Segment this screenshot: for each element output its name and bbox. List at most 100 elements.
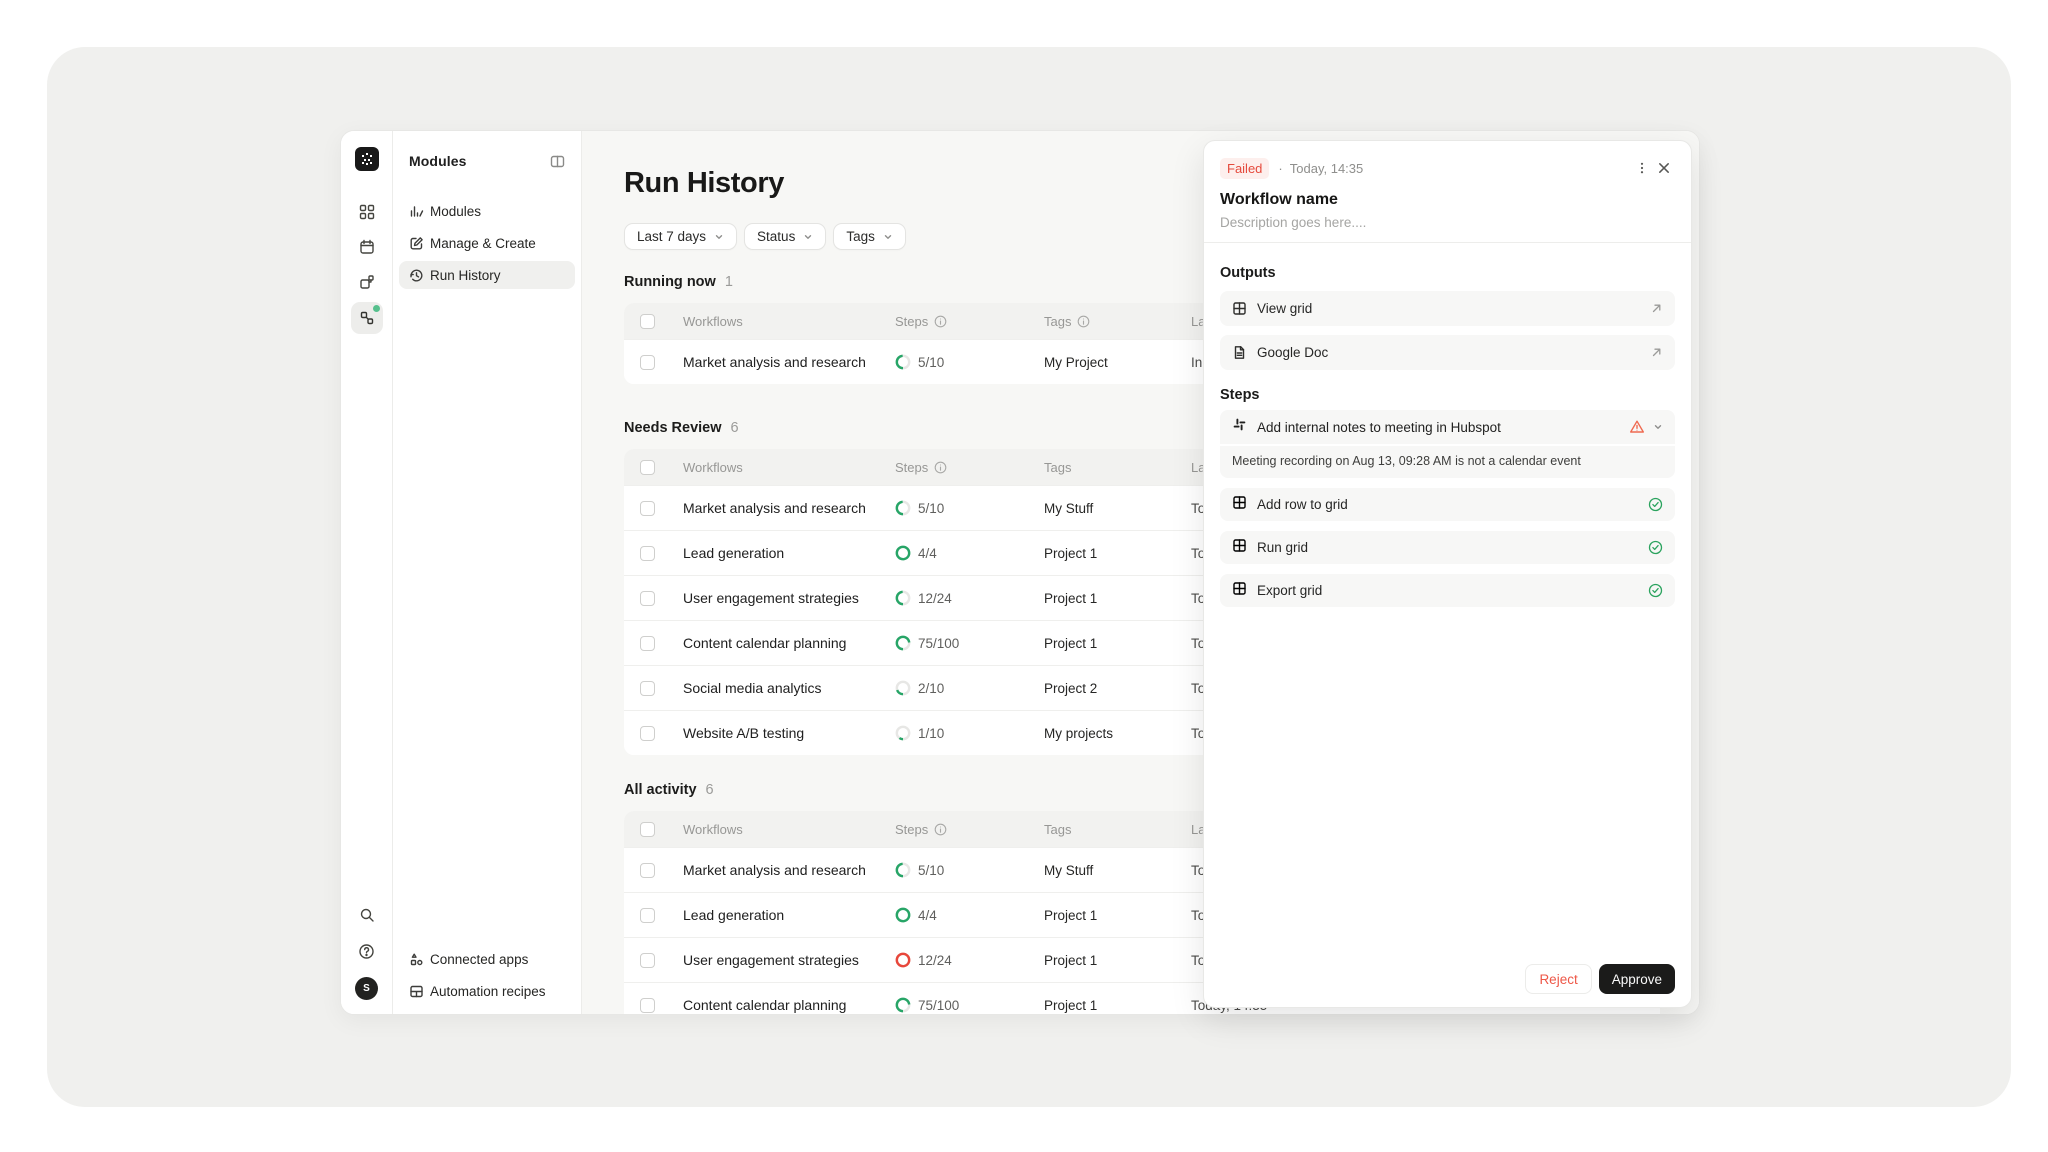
tag-cell: Project 1 xyxy=(1044,953,1191,968)
sidebar-item-run-history[interactable]: Run History xyxy=(399,261,575,289)
chevron-down-icon xyxy=(883,232,893,242)
reject-button[interactable]: Reject xyxy=(1525,964,1591,994)
row-checkbox[interactable] xyxy=(640,546,655,561)
avatar[interactable]: S xyxy=(355,977,378,1000)
sidebar-item-connected-apps[interactable]: Connected apps xyxy=(399,945,575,973)
select-all-checkbox[interactable] xyxy=(640,460,655,475)
filter-status[interactable]: Status xyxy=(744,223,826,250)
close-icon[interactable] xyxy=(1653,157,1675,179)
step-add-internal-notes-to-meeting-in-hubspot: Add internal notes to meeting in Hubspot… xyxy=(1220,410,1675,478)
nav-items: Modules Manage & Create Run History xyxy=(399,197,575,289)
sidebar-item-label: Automation recipes xyxy=(430,984,546,999)
notification-dot xyxy=(373,305,380,312)
grid-icon xyxy=(1232,495,1247,515)
collapse-panel-icon[interactable] xyxy=(550,154,565,169)
progress-ring xyxy=(895,725,911,741)
warning-icon xyxy=(1629,419,1645,435)
progress-ring xyxy=(895,952,911,968)
column-header-workflows: Workflows xyxy=(683,822,895,837)
modules-icon[interactable] xyxy=(355,270,379,294)
nav-panel: Modules Modules Manage & Create Run Hist… xyxy=(393,131,582,1014)
output-google-doc[interactable]: Google Doc xyxy=(1220,335,1675,370)
info-icon[interactable] xyxy=(934,461,947,474)
info-icon[interactable] xyxy=(934,315,947,328)
row-checkbox[interactable] xyxy=(640,636,655,651)
icon-rail: S xyxy=(341,131,393,1014)
sidebar-item-label: Manage & Create xyxy=(430,236,536,251)
workflow-name-cell: User engagement strategies xyxy=(683,590,895,606)
step-error-message: Meeting recording on Aug 13, 09:28 AM is… xyxy=(1220,444,1675,478)
row-checkbox[interactable] xyxy=(640,998,655,1013)
row-checkbox[interactable] xyxy=(640,908,655,923)
page-title: Run History xyxy=(624,167,784,200)
column-header-steps: Steps xyxy=(895,460,1044,475)
steps-cell: 2/10 xyxy=(895,680,1044,696)
app-logo[interactable] xyxy=(355,147,379,171)
approve-button[interactable]: Approve xyxy=(1599,964,1675,994)
filter-tags[interactable]: Tags xyxy=(833,223,906,250)
sidebar-item-automation-recipes[interactable]: Automation recipes xyxy=(399,977,575,1005)
step-run-grid[interactable]: Run grid xyxy=(1220,531,1675,564)
chevron-down-icon[interactable] xyxy=(1653,422,1663,432)
logo-pixels-icon xyxy=(355,147,379,171)
workflow-name-cell: Content calendar planning xyxy=(683,635,895,651)
tag-cell: My Project xyxy=(1044,355,1191,370)
sidebar-item-label: Run History xyxy=(430,268,501,283)
row-checkbox[interactable] xyxy=(640,591,655,606)
progress-ring xyxy=(895,997,911,1013)
info-icon[interactable] xyxy=(934,823,947,836)
tag-cell: Project 2 xyxy=(1044,681,1191,696)
row-checkbox[interactable] xyxy=(640,681,655,696)
doc-icon xyxy=(1232,345,1247,360)
sidebar-item-label: Modules xyxy=(430,204,481,219)
row-checkbox[interactable] xyxy=(640,726,655,741)
filter-last-7-days[interactable]: Last 7 days xyxy=(624,223,737,250)
kebab-menu-icon[interactable] xyxy=(1631,157,1653,179)
steps-cell: 5/10 xyxy=(895,862,1044,878)
sidebar-item-manage-create[interactable]: Manage & Create xyxy=(399,229,575,257)
sidebar-item-modules[interactable]: Modules xyxy=(399,197,575,225)
progress-ring xyxy=(895,907,911,923)
dashboard-icon[interactable] xyxy=(355,200,379,224)
workflow-name-cell: Market analysis and research xyxy=(683,354,895,370)
arrow-external-icon[interactable] xyxy=(1650,346,1663,359)
column-header-tags: Tags xyxy=(1044,460,1191,475)
calendar-icon[interactable] xyxy=(355,235,379,259)
workflow-name-cell: Social media analytics xyxy=(683,680,895,696)
select-all-checkbox[interactable] xyxy=(640,822,655,837)
row-checkbox[interactable] xyxy=(640,355,655,370)
select-all-checkbox[interactable] xyxy=(640,314,655,329)
filter-bar: Last 7 days Status Tags xyxy=(624,223,906,250)
row-checkbox[interactable] xyxy=(640,953,655,968)
steps-cell: 1/10 xyxy=(895,725,1044,741)
step-header[interactable]: Add internal notes to meeting in Hubspot xyxy=(1220,410,1675,444)
steps-heading: Steps xyxy=(1220,387,1675,403)
progress-ring xyxy=(895,635,911,651)
help-icon[interactable] xyxy=(355,939,379,963)
steps-cell: 4/4 xyxy=(895,545,1044,561)
row-checkbox[interactable] xyxy=(640,863,655,878)
arrow-external-icon[interactable] xyxy=(1650,302,1663,315)
search-icon[interactable] xyxy=(355,903,379,927)
progress-ring xyxy=(895,500,911,516)
nav-bottom-items: Connected apps Automation recipes xyxy=(399,945,575,1014)
step-export-grid[interactable]: Export grid xyxy=(1220,574,1675,607)
shapes-icon xyxy=(409,952,424,967)
column-header-steps: Steps xyxy=(895,822,1044,837)
tag-cell: My projects xyxy=(1044,726,1191,741)
outputs-heading: Outputs xyxy=(1220,265,1675,281)
output-view-grid[interactable]: View grid xyxy=(1220,291,1675,326)
sidebar-item-integrations[interactable] xyxy=(351,302,383,334)
check-circle-icon xyxy=(1648,497,1663,512)
step-add-row-to-grid[interactable]: Add row to grid xyxy=(1220,488,1675,521)
steps-cell: 12/24 xyxy=(895,590,1044,606)
column-header-workflows: Workflows xyxy=(683,314,895,329)
grid-icon xyxy=(1232,581,1247,601)
progress-ring xyxy=(895,354,911,370)
tag-cell: Project 1 xyxy=(1044,998,1191,1013)
workflow-name-cell: Market analysis and research xyxy=(683,862,895,878)
info-icon[interactable] xyxy=(1077,315,1090,328)
workflow-name-cell: User engagement strategies xyxy=(683,952,895,968)
row-checkbox[interactable] xyxy=(640,501,655,516)
divider xyxy=(1204,242,1691,243)
